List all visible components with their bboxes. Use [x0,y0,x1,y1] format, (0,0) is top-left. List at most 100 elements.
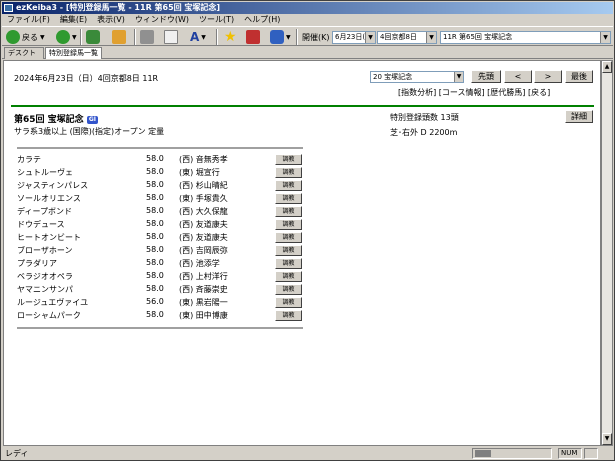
meeting-select[interactable]: 4回京都8日 ▼ [377,31,437,44]
document-button[interactable] [164,29,180,45]
nav-links[interactable]: [指数分析] [コース情報] [歴代勝馬] [戻る] [398,87,550,98]
training-button[interactable]: 調教 [275,232,302,243]
window-title: ezKeiba3 - [特別登録馬一覧 - 11R 第65回 宝塚記念] [16,3,221,12]
training-button[interactable]: 調教 [275,258,302,269]
date-select[interactable]: 6月23日(日) ▼ [332,31,376,44]
favorite-button[interactable]: ★ [224,29,237,45]
chevron-down-icon: ▼ [600,32,610,43]
horse-name[interactable]: プラダリア [17,258,57,269]
horse-name[interactable]: ルージュエヴァイユ [17,297,88,308]
chevron-down-icon: ▼ [365,32,375,43]
race-select[interactable]: 11R 第65回 宝塚記念 ▼ [440,31,611,44]
status-panel-icon [472,448,552,459]
training-button[interactable]: 調教 [275,271,302,282]
horse-name[interactable]: ジャスティンパレス [17,180,88,191]
back-dropdown-icon[interactable]: ▼ [40,34,45,41]
menu-tools[interactable]: ツール(T) [194,14,239,26]
trainer: (西) 大久保龍 [179,207,228,216]
font-dropdown-icon[interactable]: ▼ [201,34,206,41]
scroll-down-icon[interactable]: ▼ [602,433,612,445]
weight: 58.0 [146,271,164,280]
menu-window[interactable]: ウィンドウ(W) [130,14,194,26]
status-text: レディ [5,449,29,458]
weight: 58.0 [146,245,164,254]
trainer: (東) 堀宣行 [179,168,220,177]
list-item: プラダリア 58.0 (西) 池添学 調教 [17,258,303,270]
font-button[interactable]: A ▼ [190,29,206,45]
weight: 58.0 [146,219,164,228]
trainer: (西) 杉山晴紀 [179,181,228,190]
refresh-button[interactable] [86,29,102,45]
weight: 58.0 [146,206,164,215]
next-button[interactable]: > [534,70,562,83]
prev-button[interactable]: < [504,70,532,83]
horse-name[interactable]: ソールオリエンス [17,193,81,204]
menu-edit[interactable]: 編集(E) [55,14,92,26]
toolbar: 戻る ▼ ▼ A ▼ ★ ▼ 開催(K) 6月23日(日)▼ 4回京都8日▼ [2,26,613,46]
horse-name[interactable]: ローシャムパーク [17,310,81,321]
training-button[interactable]: 調教 [275,219,302,230]
training-button[interactable]: 調教 [275,180,302,191]
network-button[interactable]: ▼ [270,29,291,45]
training-button[interactable]: 調教 [275,206,302,217]
document-icon [164,30,178,44]
list-item: ジャスティンパレス 58.0 (西) 杉山晴紀 調教 [17,180,303,192]
weight: 56.0 [146,297,164,306]
menu-help[interactable]: ヘルプ(H) [239,14,285,26]
horse-name[interactable]: ディープボンド [17,206,72,217]
weight: 58.0 [146,154,164,163]
training-button[interactable]: 調教 [275,297,302,308]
horse-name[interactable]: ブローザホーン [17,245,72,256]
training-button[interactable]: 調教 [275,154,302,165]
list-item: ヤマニンサンパ 58.0 (西) 斉藤崇史 調教 [17,284,303,296]
main-content: 2024年6月23日（日）4回京都8日 11R 20 宝塚記念 ▼ 先頭 < > … [3,60,601,446]
tab-bar: デスクトップ 特別登録馬一覧 [2,46,613,68]
training-button[interactable]: 調教 [275,284,302,295]
menu-view[interactable]: 表示(V) [92,14,130,26]
horse-name[interactable]: ドウデュース [17,219,65,230]
menu-file[interactable]: ファイル(F) [2,14,55,26]
forward-button[interactable]: ▼ [56,29,77,45]
list-item: カラテ 58.0 (西) 音無秀孝 調教 [17,154,303,166]
horse-name[interactable]: ヤマニンサンパ [17,284,73,295]
race-combo[interactable]: 20 宝塚記念 ▼ [370,71,464,83]
menu-bar: ファイル(F) 編集(E) 表示(V) ウィンドウ(W) ツール(T) ヘルプ(H) [2,14,613,26]
scroll-up-icon[interactable]: ▲ [602,61,612,73]
horse-name[interactable]: シュトルーヴェ [17,167,73,178]
status-bar: レディ NUM [2,447,613,460]
forward-dropdown-icon[interactable]: ▼ [72,34,77,41]
tab-special-registration[interactable]: 特別登録馬一覧 [45,47,102,59]
last-button[interactable]: 最後 [565,70,593,83]
vertical-scrollbar[interactable]: ▲ ▼ [601,60,613,446]
book-button[interactable] [246,29,262,45]
list-item: ルージュエヴァイユ 56.0 (東) 黒岩陽一 調教 [17,297,303,309]
tab-desktop[interactable]: デスクトップ [4,47,44,68]
status-blank-panel [584,448,598,459]
print-button[interactable] [140,29,156,45]
font-icon: A [190,30,200,44]
horse-name[interactable]: カラテ [17,154,41,165]
back-button[interactable]: 戻る ▼ [6,29,45,45]
home-icon [112,30,126,44]
list-item: ブローザホーン 58.0 (西) 吉岡辰弥 調教 [17,245,303,257]
training-button[interactable]: 調教 [275,245,302,256]
detail-button[interactable]: 詳細 [565,110,593,123]
home-button[interactable] [112,29,128,45]
trainer: (東) 手塚貴久 [179,194,228,203]
horse-name[interactable]: ヒートオンビート [17,232,81,243]
training-button[interactable]: 調教 [275,193,302,204]
horse-name[interactable]: ベラジオオペラ [17,271,73,282]
training-button[interactable]: 調教 [275,167,302,178]
first-button[interactable]: 先頭 [471,70,501,83]
back-label: 戻る [22,32,38,42]
table-top-rule [17,147,303,149]
table-bottom-rule [17,327,303,329]
weight: 58.0 [146,284,164,293]
book-icon [246,30,260,44]
network-dropdown-icon[interactable]: ▼ [286,34,291,41]
list-item: ベラジオオペラ 58.0 (西) 上村洋行 調教 [17,271,303,283]
trainer: (西) 斉藤崇史 [179,285,228,294]
list-item: ドウデュース 58.0 (西) 友道康夫 調教 [17,219,303,231]
training-button[interactable]: 調教 [275,310,302,321]
star-icon: ★ [224,29,237,45]
